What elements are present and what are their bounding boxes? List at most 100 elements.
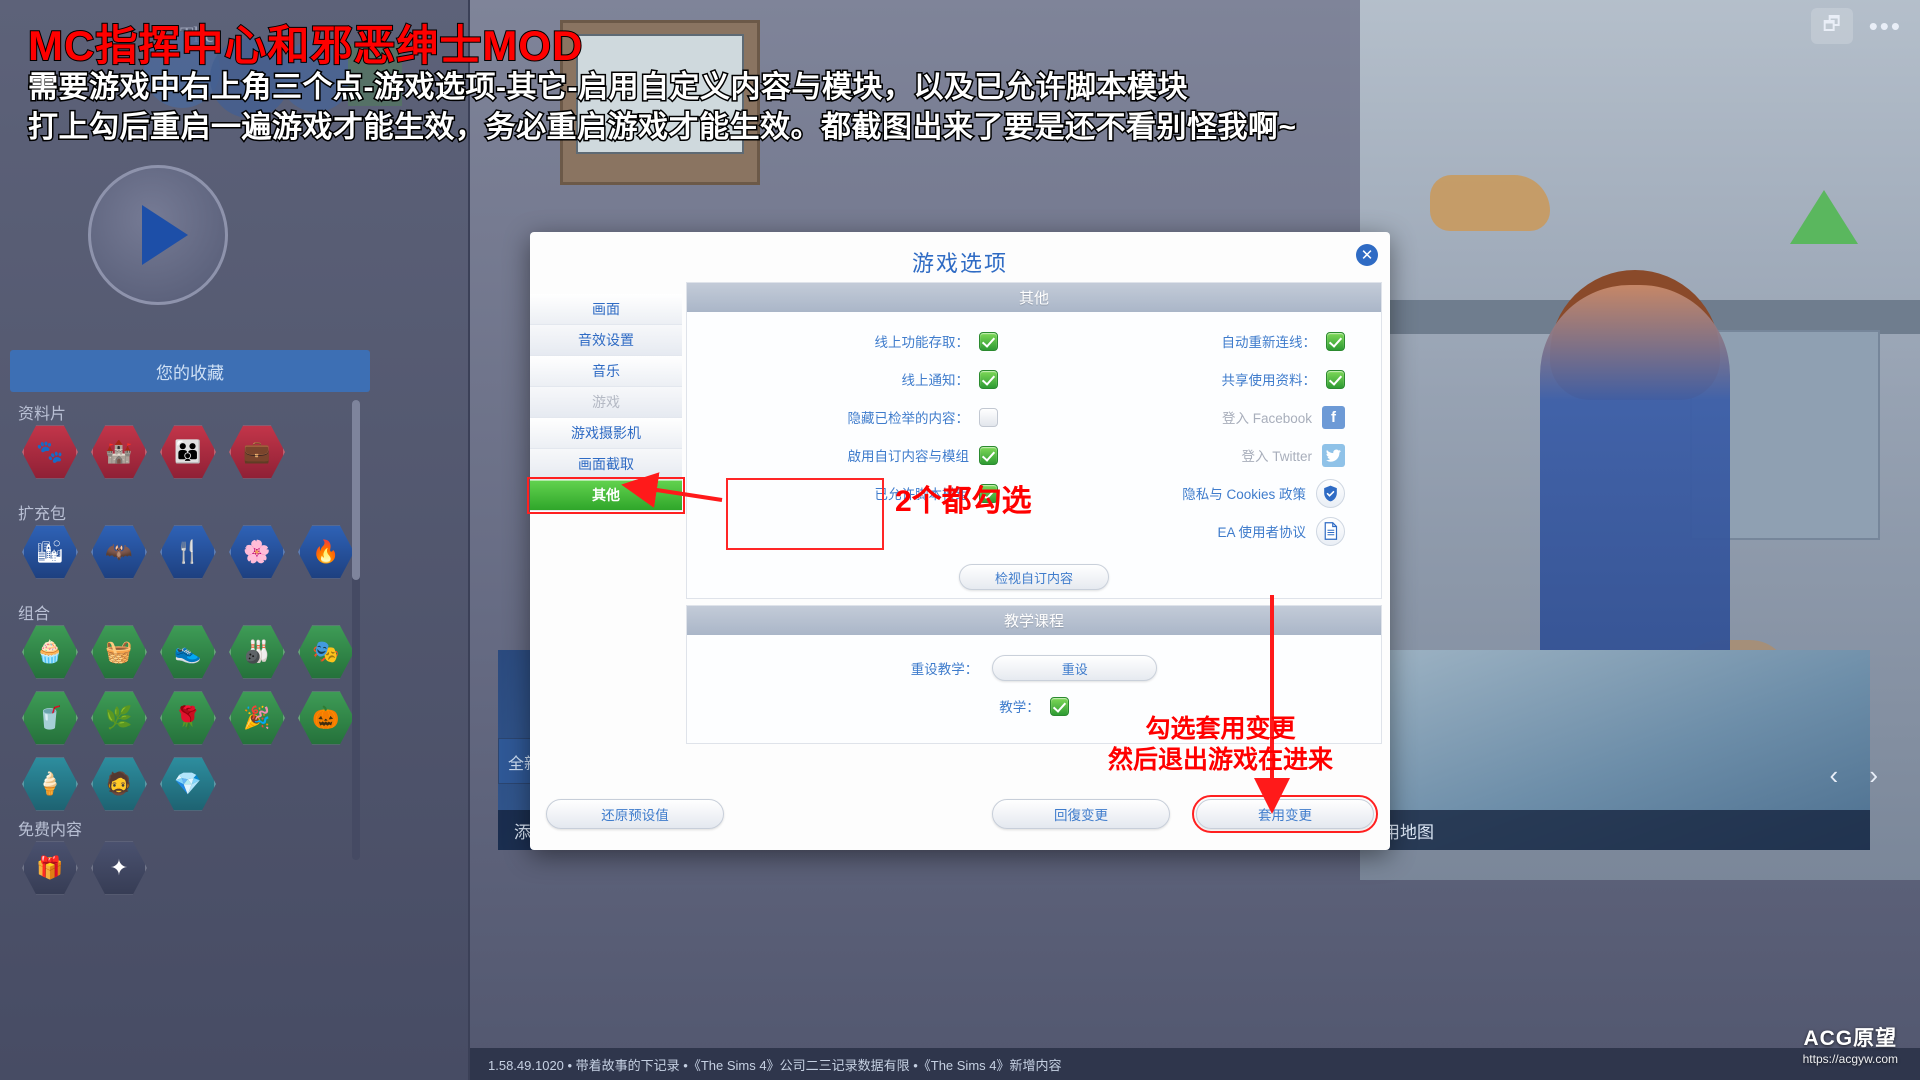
watermark-title: ACG原望 <box>1803 1027 1898 1050</box>
callout-apply-changes: 勾选套用变更 然后退出游戏在进来 <box>1108 714 1333 777</box>
checkbox-tutorial[interactable] <box>1049 696 1069 716</box>
label-share-usage-data: 共享使用资料： <box>1221 373 1317 388</box>
label-online-access: 线上功能存取： <box>874 335 970 350</box>
section-label-2: 组合 <box>18 606 51 623</box>
left-panel-scrollbar-thumb[interactable] <box>352 400 360 580</box>
annotation-line-1: 需要游戏中右上角三个点-游戏选项-其它-启用自定义内容与模块，以及已允许脚本模块 <box>27 70 1189 106</box>
pack-icon-camp[interactable]: 🔥 <box>298 525 354 579</box>
row-enable-custom-content[interactable]: 啟用自订内容与模组 <box>687 436 1034 474</box>
apply-changes-button[interactable]: 套用变更 <box>1192 795 1378 833</box>
checkbox-online-notifications[interactable] <box>979 369 998 389</box>
panel-other-right-column: 自动重新连线： 共享使用资料： 登入 Facebook f 登入 Twitter… <box>1034 322 1381 550</box>
row-ea-user-agreement[interactable]: EA 使用者协议 <box>1034 512 1381 550</box>
section-label-3: 免费内容 <box>18 822 83 839</box>
row-online-notifications[interactable]: 线上通知： <box>687 360 1034 398</box>
label-online-notifications: 线上通知： <box>901 373 970 388</box>
sidebar-item-audio[interactable]: 音效设置 <box>530 325 682 356</box>
panel-other: 其他 线上功能存取： 线上通知： 隐藏已检举的内容： 啟用自订内容与模组 已允许… <box>686 282 1382 599</box>
play-button[interactable] <box>88 165 228 305</box>
callout-two-checkboxes: 2个都勾选 <box>895 485 1032 518</box>
dialog-sidebar: 画面 音效设置 音乐 游戏 游戏摄影机 画面截取 其他 <box>527 282 685 782</box>
icon-row-0[interactable]: 🐾 🏰 👪 💼 <box>22 424 285 480</box>
dialog-title: 游戏选项 <box>911 251 1008 276</box>
watermark: ACG原望 https://acgyw.com <box>1803 1022 1898 1066</box>
kit-icon-drink[interactable]: 🥤 <box>22 691 78 745</box>
icon-row-4[interactable]: 🍦 🧔 💎 <box>22 756 216 812</box>
annotation-title: MC指挥中心和邪恶绅士MOD <box>27 22 584 69</box>
row-online-access[interactable]: 线上功能存取： <box>687 322 1034 360</box>
pack-icon-paw[interactable]: 🐾 <box>22 425 78 479</box>
row-hide-reported[interactable]: 隐藏已检举的内容： <box>687 398 1034 436</box>
pack-icon-case[interactable]: 💼 <box>229 425 285 479</box>
free-icon-misc[interactable]: ✦ <box>91 841 147 895</box>
pack-icon-vampire[interactable]: 🦇 <box>91 525 147 579</box>
label-auto-reconnect: 自动重新连线： <box>1221 335 1317 350</box>
pack-icon-spa[interactable]: 🌸 <box>229 525 285 579</box>
sidebar-item-other[interactable]: 其他 <box>527 477 685 514</box>
kit-icon-gem[interactable]: 💎 <box>160 757 216 811</box>
row-reset-tutorial[interactable]: 重设教学： 重设 <box>687 649 1381 687</box>
kit-icon-bowling[interactable]: 🎳 <box>229 625 285 679</box>
checkbox-enable-custom-content[interactable] <box>979 445 998 465</box>
checkbox-online-access[interactable] <box>979 331 998 351</box>
window-top-right-controls[interactable]: 🗗 ••• <box>1810 8 1902 44</box>
shield-icon[interactable] <box>1316 478 1345 508</box>
close-icon[interactable]: ✕ <box>1356 244 1378 266</box>
pack-icon-dining[interactable]: 🍴 <box>160 525 216 579</box>
section-label-0: 资料片 <box>18 406 67 423</box>
status-bar: 1.58.49.1020 • 带着故事的下记录 •《The Sims 4》公司二… <box>470 1048 1920 1080</box>
revert-changes-button[interactable]: 回復变更 <box>992 799 1170 829</box>
icon-row-5[interactable]: 🎁 ✦ <box>22 840 147 896</box>
row-login-facebook[interactable]: 登入 Facebook f <box>1034 398 1381 436</box>
row-login-twitter[interactable]: 登入 Twitter <box>1034 436 1381 474</box>
sidebar-item-game[interactable]: 游戏 <box>530 387 682 418</box>
free-icon-gift[interactable]: 🎁 <box>22 841 78 895</box>
sidebar-item-music[interactable]: 音乐 <box>530 356 682 387</box>
sidebar-item-camera[interactable]: 游戏摄影机 <box>530 418 682 449</box>
twitter-icon[interactable] <box>1322 443 1345 467</box>
more-options-icon[interactable]: ••• <box>1869 11 1902 42</box>
cat-art <box>1430 175 1550 231</box>
pack-icon-castle[interactable]: 🏰 <box>91 425 147 479</box>
screenshot-icon[interactable]: 🗗 <box>1810 8 1853 44</box>
label-ea-user-agreement: EA 使用者协议 <box>1217 525 1306 540</box>
view-custom-content-button[interactable]: 检视自订内容 <box>959 564 1109 590</box>
icon-row-2[interactable]: 🧁 🧺 👟 🎳 🎭 <box>22 624 354 680</box>
panel-tutorial-header: 教学课程 <box>687 606 1381 635</box>
dialog-content: 其他 线上功能存取： 线上通知： 隐藏已检举的内容： 啟用自订内容与模组 已允许… <box>682 282 1390 782</box>
kit-icon-vintage[interactable]: 🎭 <box>298 625 354 679</box>
kit-icon-bakery[interactable]: 🧁 <box>22 625 78 679</box>
pack-icon-city[interactable]: 🏙 <box>22 525 78 579</box>
row-auto-reconnect[interactable]: 自动重新连线： <box>1034 322 1381 360</box>
view-custom-content-row: 检视自订内容 <box>687 562 1381 598</box>
kit-icon-laundry[interactable]: 🧺 <box>91 625 147 679</box>
kit-icon-spooky[interactable]: 🎃 <box>298 691 354 745</box>
row-share-usage-data[interactable]: 共享使用资料： <box>1034 360 1381 398</box>
favorites-header: 您的收藏 <box>10 350 370 392</box>
sidebar-item-display[interactable]: 画面 <box>530 294 682 325</box>
checkbox-hide-reported[interactable] <box>979 407 998 427</box>
annotation-line-2: 打上勾后重启一遍游戏才能生效，务必重启游戏才能生效。都截图出来了要是还不看别怪我… <box>27 109 1298 145</box>
kit-icon-garden[interactable]: 🌿 <box>91 691 147 745</box>
icon-row-1[interactable]: 🏙 🦇 🍴 🌸 🔥 <box>22 524 354 580</box>
label-login-twitter: 登入 Twitter <box>1241 449 1312 464</box>
callout-apply-line-2: 然后退出游戏在进来 <box>1108 746 1334 775</box>
reset-tutorial-button[interactable]: 重设 <box>992 655 1158 681</box>
restore-defaults-button[interactable]: 还原预设值 <box>546 799 724 829</box>
row-privacy-cookies[interactable]: 隐私与 Cookies 政策 <box>1034 474 1381 512</box>
label-login-facebook: 登入 Facebook <box>1221 411 1312 426</box>
pack-icon-family[interactable]: 👪 <box>160 425 216 479</box>
kit-icon-fitness[interactable]: 👟 <box>160 625 216 679</box>
icon-row-3[interactable]: 🥤 🌿 🌹 🎉 🎃 <box>22 690 354 746</box>
facebook-icon[interactable]: f <box>1322 405 1345 429</box>
kit-icon-party[interactable]: 🎉 <box>229 691 285 745</box>
carousel-arrows[interactable]: ‹ › <box>1829 760 1890 791</box>
callout-apply-line-1: 勾选套用变更 <box>1145 715 1296 743</box>
kit-icon-romance[interactable]: 🌹 <box>160 691 216 745</box>
kit-icon-beard[interactable]: 🧔 <box>91 757 147 811</box>
checkbox-share-usage-data[interactable] <box>1326 369 1345 389</box>
sidebar-item-screenshot[interactable]: 画面截取 <box>530 449 682 480</box>
document-icon[interactable] <box>1316 516 1345 546</box>
kit-icon-icecream[interactable]: 🍦 <box>22 757 78 811</box>
checkbox-auto-reconnect[interactable] <box>1326 331 1345 351</box>
